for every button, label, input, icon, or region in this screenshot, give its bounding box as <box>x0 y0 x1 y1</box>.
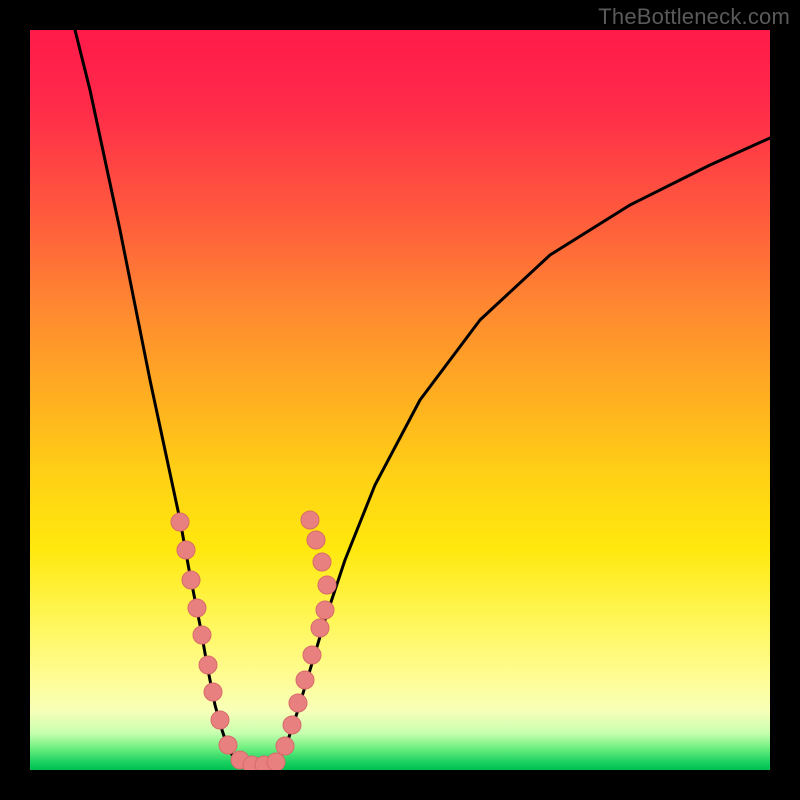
data-point <box>267 753 285 770</box>
data-point <box>177 541 195 559</box>
data-point <box>211 711 229 729</box>
watermark-label: TheBottleneck.com <box>598 4 790 30</box>
data-point <box>199 656 217 674</box>
data-point <box>283 716 301 734</box>
data-point <box>296 671 314 689</box>
data-point <box>204 683 222 701</box>
data-point <box>289 694 307 712</box>
data-point <box>316 601 334 619</box>
data-point <box>182 571 200 589</box>
bottleneck-curve <box>30 30 770 770</box>
data-point <box>303 646 321 664</box>
chart-plot-area <box>30 30 770 770</box>
data-point <box>188 599 206 617</box>
data-point <box>276 737 294 755</box>
data-point <box>307 531 325 549</box>
data-point <box>219 736 237 754</box>
data-point <box>313 553 331 571</box>
curve-path <box>75 30 770 766</box>
data-point <box>318 576 336 594</box>
data-point <box>193 626 211 644</box>
data-point <box>301 511 319 529</box>
chart-frame: TheBottleneck.com <box>0 0 800 800</box>
data-point <box>311 619 329 637</box>
data-point <box>171 513 189 531</box>
